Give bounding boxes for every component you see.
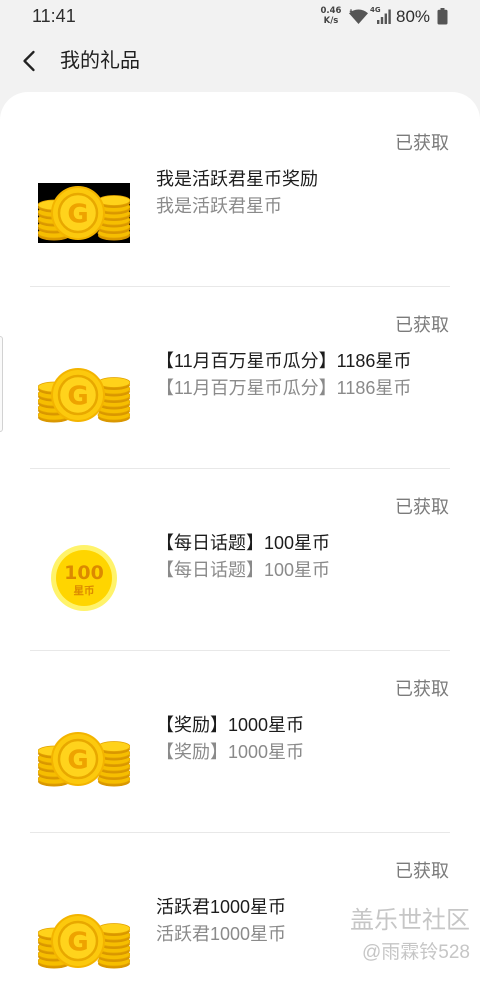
edge-panel-handle[interactable] <box>0 336 3 432</box>
gold-coins-icon <box>38 729 130 789</box>
star-coin-100-icon: 100 星币 <box>51 545 117 611</box>
gift-status: 已获取 <box>395 679 449 699</box>
gift-status: 已获取 <box>395 133 449 153</box>
gift-subtitle: 我是活跃君星币 <box>156 196 282 216</box>
watermark: 盖乐世社区 @雨霖铃528 <box>350 906 470 966</box>
gift-subtitle: 【奖励】1000星币 <box>156 742 305 762</box>
gift-title: 活跃君1000星币 <box>156 897 287 917</box>
watermark-brand: 盖乐世社区 <box>350 907 470 934</box>
signal-icon <box>377 9 391 24</box>
battery-percent: 80% <box>396 7 431 26</box>
coin-value: 100 <box>64 562 104 584</box>
gift-title: 【11月百万星币瓜分】1186星币 <box>156 351 412 371</box>
status-time: 11:41 <box>32 6 76 26</box>
chevron-left-icon <box>23 50 35 72</box>
network-speed: 0.46 K/s <box>318 6 344 26</box>
network-speed-unit: K/s <box>323 16 339 26</box>
watermark-author: @雨霖铃528 <box>362 942 470 963</box>
gift-title: 【奖励】1000星币 <box>156 715 305 735</box>
gift-title: 【每日话题】100星币 <box>156 533 331 553</box>
gift-subtitle: 活跃君1000星币 <box>156 924 287 944</box>
network-speed-value: 0.46 <box>320 6 342 16</box>
coin-unit: 星币 <box>74 585 95 597</box>
page-title: 我的礼品 <box>60 50 140 72</box>
gift-item[interactable]: 已获取 【奖励】1000星币 【奖励】1000星币 <box>0 651 480 833</box>
gift-item[interactable]: 已获取 我是活跃君星币奖励 我是活跃君星币 <box>0 105 480 287</box>
gift-title: 我是活跃君星币奖励 <box>156 169 318 189</box>
gold-coins-icon <box>38 183 130 243</box>
back-button[interactable] <box>12 44 46 78</box>
gift-subtitle: 【每日话题】100星币 <box>156 560 331 580</box>
gift-status: 已获取 <box>395 315 449 335</box>
gold-coins-icon <box>38 365 130 425</box>
gift-item[interactable]: 已获取 100 星币 【每日话题】100星币 【每日话题】100星币 <box>0 469 480 651</box>
gift-status: 已获取 <box>395 497 449 517</box>
gift-status: 已获取 <box>395 861 449 881</box>
gift-subtitle: 【11月百万星币瓜分】1186星币 <box>156 378 412 398</box>
wifi-icon <box>349 9 368 24</box>
battery-icon <box>437 8 448 25</box>
gift-item[interactable]: 已获取 【11月百万星币瓜分】1186星币 【11月百万星币瓜分】1186星币 <box>0 287 480 469</box>
gold-coins-icon <box>38 911 130 971</box>
